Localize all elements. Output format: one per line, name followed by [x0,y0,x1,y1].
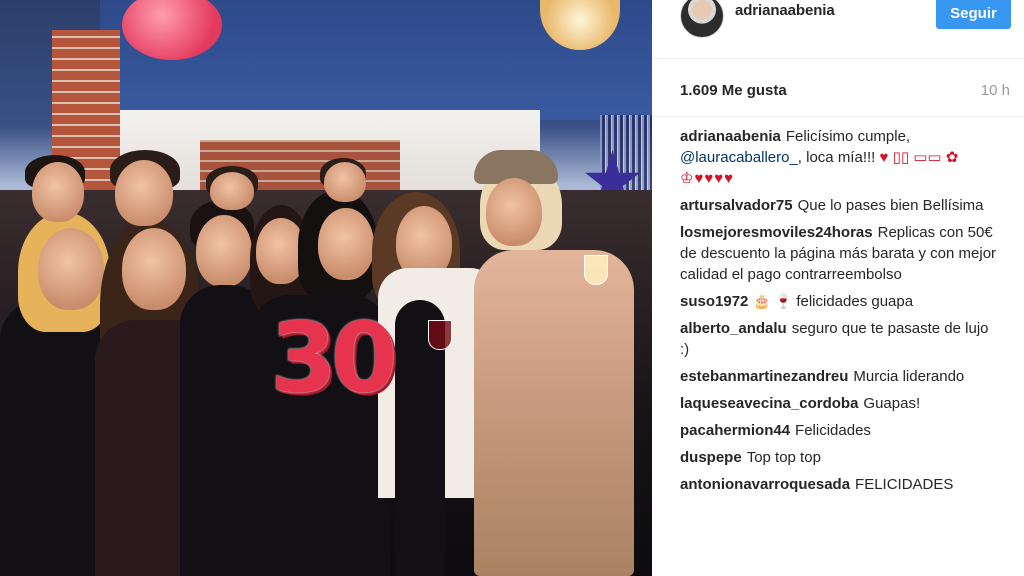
post-side-panel: adrianaabenia Seguir 1.609 Me gusta 10 h… [652,0,1024,576]
comment-text: Top top top [746,449,821,466]
person-7-face [318,208,374,280]
follow-button[interactable]: Seguir [936,0,1011,29]
person-3-face [115,160,173,226]
comment-item: pacahermion44 Felicidades [680,420,1000,441]
author-username[interactable]: adrianaabenia [735,2,835,19]
comment-text: Felicidades [795,422,871,439]
person-5-face [196,215,252,287]
caption-username[interactable]: adrianaabenia [680,128,781,145]
comment-username[interactable]: alberto_andalu [680,320,787,337]
comment-text: Guapas! [863,395,921,412]
caption: adrianaabenia Felicísimo cumple, @lauraca… [680,126,1000,189]
post-photo[interactable]: 30 [0,0,652,576]
person-4-face [32,162,84,222]
comment-item: duspepe Top top top [680,447,1000,468]
comment-username[interactable]: suso1972 [680,293,748,310]
caption-emoji: ♥ ▯▯ ▭▭ ✿ [879,149,959,166]
person-2-face [122,228,186,310]
comment-emoji: 🎂 🍷 [753,293,793,309]
comment-username[interactable]: losmejoresmoviles24horas [680,224,873,241]
comment-item: antonionavarroquesada FELICIDADES [680,474,1000,495]
comment-username[interactable]: laqueseavecina_cordoba [680,395,858,412]
author-avatar[interactable] [680,0,724,38]
post-time[interactable]: 10 h [981,82,1010,99]
wine-glass [428,320,452,350]
person-9-face [486,178,542,246]
comment-text: FELICIDADES [855,476,954,493]
comment-username[interactable]: duspepe [680,449,742,466]
likes-count[interactable]: 1.609 Me gusta [680,82,787,99]
comment-item: losmejoresmoviles24horas Replicas con 50€… [680,222,1000,285]
caption-text-before: Felicísimo cumple, [785,128,911,145]
post-stats: 1.609 Me gusta 10 h [652,58,1024,117]
person-left-face [38,228,104,310]
post-header: adrianaabenia Seguir [652,0,1024,59]
person-9-dress [474,250,634,576]
comment-username[interactable]: pacahermion44 [680,422,790,439]
comment-username[interactable]: antonionavarroquesada [680,476,850,493]
caption-text-after: , loca mía!!! [797,149,880,166]
comment-item: alberto_andalu seguro que te pasaste de l… [680,318,1000,360]
person-10-face [324,162,366,202]
comment-item: suso1972 🎂 🍷 felicidades guapa [680,291,1000,312]
comment-text: Que lo pases bien Bellísima [797,197,984,214]
comment-username[interactable]: artursalvador75 [680,197,793,214]
comment-item: artursalvador75 Que lo pases bien Bellísi… [680,195,1000,216]
comment-item: estebanmartinezandreu Murcia liderando [680,366,1000,387]
champagne-glass [584,255,608,285]
number-30-decoration: 30 [270,302,398,414]
person-11-face [210,172,254,210]
comment-username[interactable]: estebanmartinezandreu [680,368,848,385]
comment-text: Murcia liderando [853,368,965,385]
caption-mention[interactable]: @lauracaballero_ [680,149,798,166]
comment-text: felicidades guapa [796,293,914,310]
comment-item: laqueseavecina_cordoba Guapas! [680,393,1000,414]
caption-hearts: ♔♥♥♥♥ [680,170,735,187]
comments-list: adrianaabenia Felicísimo cumple, @lauraca… [680,126,1000,495]
